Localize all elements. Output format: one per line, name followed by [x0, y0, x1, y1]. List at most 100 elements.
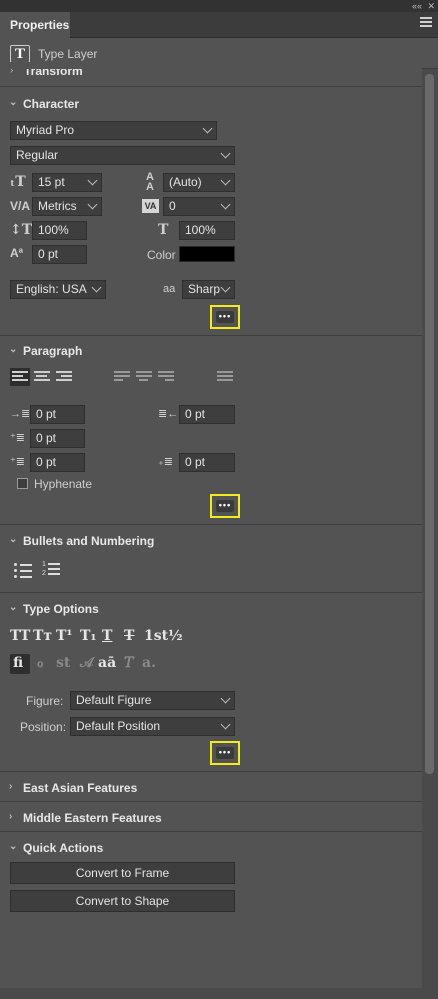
indent-right-field[interactable]: 0 pt — [179, 405, 235, 424]
chevron-down-icon — [221, 283, 231, 293]
language-value: English: USA — [16, 282, 87, 296]
chevron-down-icon — [221, 720, 231, 730]
justify-all-icon[interactable] — [217, 371, 233, 385]
small-caps-icon[interactable]: Tт — [33, 628, 52, 644]
font-size-icon: ₜT — [10, 174, 26, 190]
ordinal-alternates-icon[interactable]: a. — [142, 655, 156, 671]
space-after-field[interactable]: 0 pt — [179, 453, 235, 472]
type-layer-icon: T — [10, 45, 30, 63]
baseline-shift-field[interactable]: 0 pt — [32, 245, 87, 264]
scrollbar-thumb[interactable] — [425, 74, 434, 774]
panel-tab-row: Properties — [0, 12, 438, 38]
superscript-icon[interactable]: T¹ — [56, 628, 73, 644]
align-center-icon[interactable] — [34, 371, 50, 385]
vertical-scale-field[interactable]: 100% — [32, 221, 87, 240]
section-title: Middle Eastern Features — [23, 811, 162, 825]
justify-center-icon[interactable] — [136, 371, 152, 385]
chevron-down-icon — [88, 200, 98, 210]
strikethrough-icon[interactable]: T — [124, 628, 134, 644]
section-transform-title: Transform — [24, 69, 83, 78]
all-caps-icon[interactable]: TT — [10, 628, 30, 644]
language-dropdown[interactable]: English: USA — [10, 280, 106, 299]
font-size-dropdown[interactable]: 15 pt — [32, 173, 102, 192]
hyphenate-label: Hyphenate — [34, 477, 93, 491]
underline-icon[interactable]: T — [102, 628, 112, 644]
figure-dropdown[interactable]: Default Figure — [70, 691, 235, 710]
fractions-icon[interactable]: ½ — [168, 628, 183, 644]
section-paragraph-header[interactable]: ⌄ Paragraph — [0, 337, 422, 365]
section-title: Character — [23, 97, 80, 111]
kerning-icon: V/A — [10, 199, 31, 213]
collapse-panel-icon[interactable]: «« — [412, 0, 422, 12]
tracking-dropdown[interactable]: 0 — [163, 197, 235, 216]
space-before-field[interactable]: 0 pt — [30, 453, 85, 472]
horizontal-scale-field[interactable]: 100% — [179, 221, 235, 240]
ordinals-icon[interactable]: 1st — [144, 628, 168, 644]
indent-left-field[interactable]: 0 pt — [30, 405, 85, 424]
divider — [0, 524, 422, 525]
section-title: Quick Actions — [23, 841, 104, 855]
indent-first-line-field[interactable]: 0 pt — [30, 429, 85, 448]
align-right-icon[interactable] — [56, 371, 72, 385]
section-bullets-header[interactable]: ⌄ Bullets and Numbering — [0, 527, 422, 555]
font-style-dropdown[interactable]: Regular — [10, 146, 235, 165]
section-east-asian-header[interactable]: › East Asian Features — [0, 774, 422, 802]
hyphenate-checkbox[interactable] — [17, 478, 28, 489]
kerning-dropdown[interactable]: Metrics — [32, 197, 102, 216]
align-left-icon[interactable] — [12, 371, 28, 385]
subscript-icon[interactable]: T₁ — [80, 628, 97, 644]
convert-to-frame-button[interactable]: Convert to Frame — [10, 862, 235, 884]
leading-dropdown[interactable]: (Auto) — [163, 173, 235, 192]
character-more-options-button[interactable]: ••• — [210, 305, 240, 329]
section-title: Bullets and Numbering — [23, 534, 155, 548]
convert-to-shape-button[interactable]: Convert to Shape — [10, 890, 235, 912]
chevron-down-icon — [221, 694, 231, 704]
position-value: Default Position — [76, 719, 161, 733]
contextual-alternates-icon[interactable]: aā — [98, 655, 116, 671]
position-label: Position: — [20, 720, 67, 734]
leading-value: (Auto) — [169, 175, 202, 189]
type-options-more-button[interactable]: ••• — [210, 741, 240, 765]
numbered-list-icon[interactable]: 1 2 — [42, 560, 60, 578]
text-color-swatch[interactable] — [179, 246, 235, 262]
antialias-value: Sharp — [188, 282, 221, 296]
font-size-value: 15 pt — [38, 175, 65, 189]
section-quick-actions-header[interactable]: ⌄ Quick Actions — [0, 834, 422, 862]
section-type-options-header[interactable]: ⌄ Type Options — [0, 595, 422, 623]
antialias-dropdown[interactable]: Sharp — [182, 280, 235, 299]
section-title: East Asian Features — [23, 781, 138, 795]
justify-left-icon[interactable] — [114, 371, 130, 385]
color-label: Color — [147, 248, 176, 262]
kerning-value: Metrics — [38, 199, 77, 213]
space-after-icon: ₊≣ — [158, 456, 174, 468]
titling-alternates-icon[interactable]: 𝑇 — [124, 655, 133, 671]
chevron-right-icon: › — [10, 69, 14, 76]
vertical-scale-icon: ↕T — [10, 222, 33, 238]
divider — [0, 771, 422, 772]
ellipsis-icon: ••• — [216, 311, 234, 323]
baseline-shift-icon: Aª — [10, 246, 24, 260]
bulleted-list-icon[interactable] — [14, 562, 32, 578]
panel-top-strip: «« ✕ — [0, 0, 438, 12]
tracking-icon: VA — [142, 199, 159, 213]
tab-properties[interactable]: Properties — [0, 12, 70, 38]
justify-right-icon[interactable] — [158, 371, 174, 385]
chevron-down-icon: ⌄ — [9, 841, 18, 852]
panel-menu-icon[interactable] — [420, 17, 432, 31]
chevron-right-icon: › — [9, 781, 13, 792]
close-panel-icon[interactable]: ✕ — [427, 0, 435, 12]
section-character-header[interactable]: ⌄ Character — [0, 90, 422, 118]
swash-icon[interactable]: 𝒜 — [80, 655, 93, 671]
old-style-icon[interactable]: ℴ — [37, 655, 43, 671]
tracking-value: 0 — [169, 199, 176, 213]
position-dropdown[interactable]: Default Position — [70, 717, 235, 736]
paragraph-more-options-button[interactable]: ••• — [210, 494, 240, 518]
indent-right-icon: ≣← — [158, 408, 179, 420]
antialias-icon: aa — [163, 283, 176, 295]
font-family-dropdown[interactable]: Myriad Pro — [10, 121, 217, 140]
discretionary-ligatures-icon[interactable]: st — [56, 655, 70, 671]
ligatures-icon[interactable]: fi — [13, 655, 23, 671]
chevron-down-icon — [221, 176, 231, 186]
layer-kind-label: Type Layer — [38, 47, 98, 61]
section-middle-eastern-header[interactable]: › Middle Eastern Features — [0, 804, 422, 832]
